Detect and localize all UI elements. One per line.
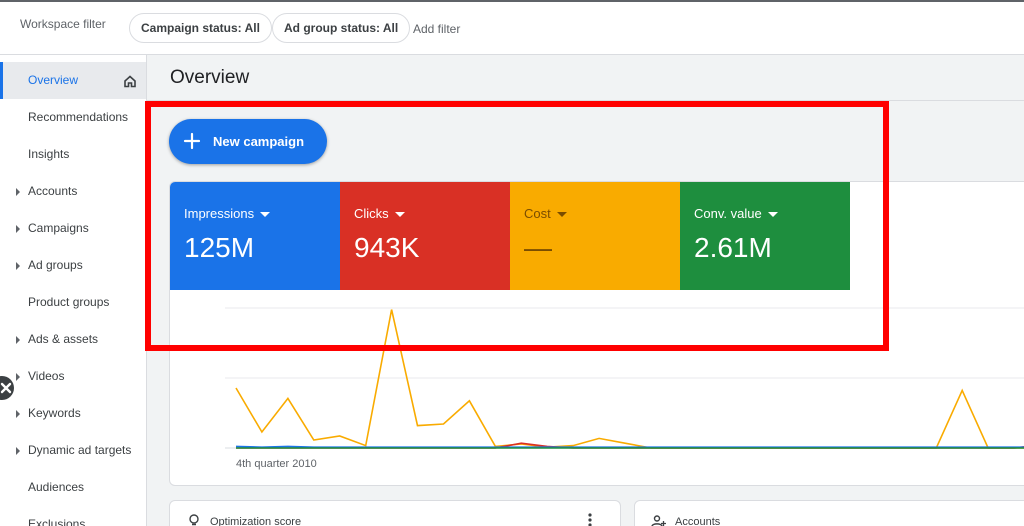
sidebar-item-label: Accounts [28,184,78,198]
series-line-0 [235,309,1024,449]
plus-icon [183,132,201,150]
chart-series-group [235,309,1024,449]
sidebar-item-videos[interactable]: Videos [0,358,146,395]
add-filter-link[interactable]: Add filter [413,22,460,36]
campaign-status-chip[interactable]: Campaign status: All [129,13,272,43]
accounts-card[interactable]: Accounts [634,500,1024,526]
metric-cost[interactable]: Cost — [510,182,680,290]
sidebar-item-ad-groups[interactable]: Ad groups [0,247,146,284]
optimization-score-card[interactable]: Optimization score [169,500,621,526]
more-vert-icon[interactable] [588,513,592,526]
sidebar-item-label: Dynamic ad targets [28,443,132,457]
dropdown-arrow-icon [394,212,405,218]
expand-caret-icon [16,188,20,196]
sidebar-item-ads-assets[interactable]: Ads & assets [0,321,146,358]
expand-caret-icon [16,336,20,344]
sidebar-item-label: Insights [28,147,70,161]
new-campaign-button[interactable]: New campaign [169,119,327,164]
sidebar-item-campaigns[interactable]: Campaigns [0,210,146,247]
sidebar-item-label: Overview [28,73,79,87]
performance-chart: 4th quarter 2010 [225,307,1024,470]
sidebar-item-accounts[interactable]: Accounts [0,173,146,210]
sidebar-item-label: Product groups [28,295,110,309]
sidebar-item-label: Videos [28,369,65,383]
ad-group-status-chip[interactable]: Ad group status: All [272,13,411,43]
sidebar-item-insights[interactable]: Insights [0,136,146,173]
metric-label: Clicks [354,206,405,221]
dropdown-arrow-icon [260,212,271,218]
dropdown-arrow-icon [556,212,567,218]
metric-value: — [524,232,552,263]
home-icon [124,75,136,88]
performance-card: Impressions 125M Clicks 943K Cost — Conv… [169,181,1024,486]
expand-caret-icon [16,225,20,233]
workspace-filter-label: Workspace filter [20,17,106,31]
metric-value: 2.61M [694,232,772,263]
sidebar-item-overview[interactable]: Overview [0,62,146,99]
close-icon [0,382,12,394]
sidebar-item-label: Exclusions [28,517,86,526]
metric-label: Impressions [184,206,271,221]
expand-caret-icon [16,447,20,455]
top-filter-bar: Workspace filter Campaign status: All Ad… [0,0,1024,55]
sidebar-item-label: Ads & assets [28,332,99,346]
sidebar-item-label: Ad groups [28,258,83,272]
people-icon [651,515,666,526]
page-title: Overview [170,67,250,88]
metric-clicks[interactable]: Clicks 943K [340,182,510,290]
metric-value: 125M [184,232,255,263]
sidebar-item-recommendations[interactable]: Recommendations [0,99,146,136]
sidebar-item-exclusions[interactable]: Exclusions [0,506,146,526]
accounts-card-label: Accounts [675,516,721,526]
optimization-score-label: Optimization score [210,516,302,526]
title-divider [147,100,1024,101]
metric-impressions[interactable]: Impressions 125M [170,182,340,290]
expand-caret-icon [16,262,20,270]
new-campaign-label: New campaign [213,134,305,149]
metric-label: Cost [524,206,567,221]
sidebar-item-label: Audiences [28,480,85,494]
collapse-sidebar-button[interactable] [0,376,14,400]
metric-conv-value[interactable]: Conv. value 2.61M [680,182,850,290]
metric-label: Conv. value [694,206,778,221]
sidebar-item-product-groups[interactable]: Product groups [0,284,146,321]
series-line-2 [235,445,1024,449]
dropdown-arrow-icon [767,212,778,218]
sidebar: Overview Recommendations Insights Accoun… [0,55,147,526]
expand-caret-icon [16,410,20,418]
sidebar-item-label: Keywords [28,406,81,420]
sidebar-item-label: Recommendations [28,110,129,124]
sidebar-item-label: Campaigns [28,221,89,235]
sidebar-item-keywords[interactable]: Keywords [0,395,146,432]
metric-value: 943K [354,232,420,263]
sidebar-item-dynamic-ad-targets[interactable]: Dynamic ad targets [0,432,146,469]
x-axis-label: 4th quarter 2010 [236,458,317,470]
expand-caret-icon [16,373,20,381]
lightbulb-icon [189,514,199,526]
sidebar-item-audiences[interactable]: Audiences [0,469,146,506]
